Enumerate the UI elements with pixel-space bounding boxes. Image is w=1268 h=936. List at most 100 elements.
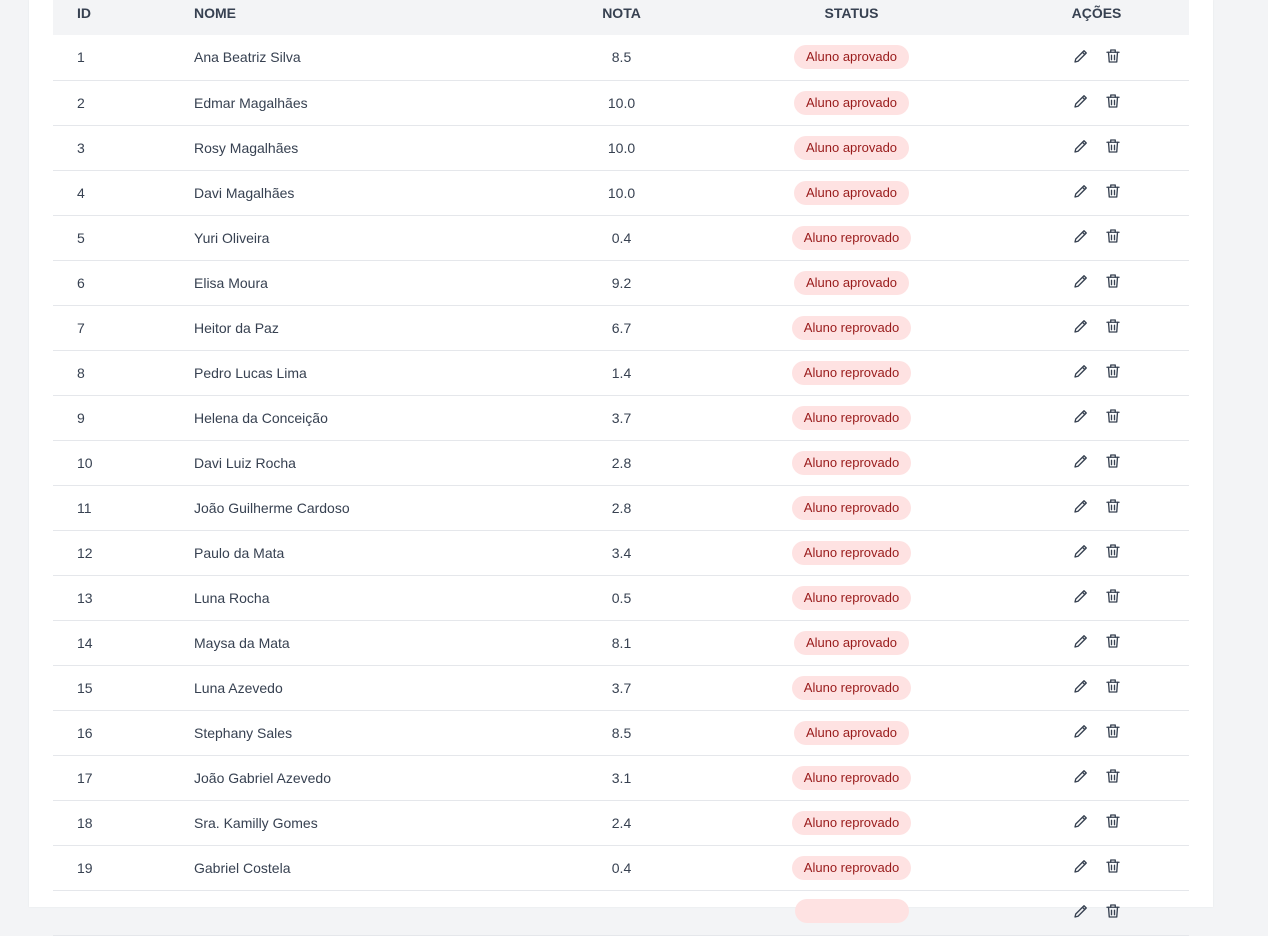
cell-nota: 3.1 — [544, 755, 699, 801]
pencil-icon[interactable] — [1072, 272, 1090, 290]
status-badge: Aluno reprovado — [791, 810, 912, 835]
cell-nota: 8.1 — [544, 620, 699, 666]
trash-icon[interactable] — [1104, 542, 1122, 560]
pencil-icon[interactable] — [1072, 857, 1090, 875]
cell-acoes — [1004, 215, 1189, 261]
cell-id: 2 — [53, 80, 194, 126]
trash-icon[interactable] — [1104, 857, 1122, 875]
row-actions — [1072, 407, 1122, 425]
pencil-icon[interactable] — [1072, 137, 1090, 155]
cell-status: Aluno reprovado — [699, 575, 1004, 621]
cell-status: Aluno reprovado — [699, 440, 1004, 486]
trash-icon[interactable] — [1104, 452, 1122, 470]
status-badge: Aluno reprovado — [791, 675, 912, 700]
cell-id: 7 — [53, 305, 194, 351]
trash-icon[interactable] — [1104, 182, 1122, 200]
trash-icon[interactable] — [1104, 317, 1122, 335]
table-row: 8 Pedro Lucas Lima 1.4 Aluno reprovado — [53, 350, 1189, 396]
pencil-icon[interactable] — [1072, 542, 1090, 560]
trash-icon[interactable] — [1104, 407, 1122, 425]
pencil-icon[interactable] — [1072, 227, 1090, 245]
trash-icon[interactable] — [1104, 632, 1122, 650]
status-badge: Aluno reprovado — [791, 225, 912, 250]
trash-icon[interactable] — [1104, 812, 1122, 830]
pencil-icon[interactable] — [1072, 452, 1090, 470]
status-badge: Aluno aprovado — [793, 90, 910, 115]
trash-icon[interactable] — [1104, 677, 1122, 695]
cell-id: 1 — [53, 35, 194, 81]
row-actions — [1072, 362, 1122, 380]
pencil-icon[interactable] — [1072, 722, 1090, 740]
status-badge: Aluno aprovado — [793, 135, 910, 160]
cell-nome: Maysa da Mata — [194, 620, 544, 666]
pencil-icon[interactable] — [1072, 407, 1090, 425]
cell-nota: 10.0 — [544, 80, 699, 126]
pencil-icon[interactable] — [1072, 182, 1090, 200]
pencil-icon[interactable] — [1072, 812, 1090, 830]
cell-acoes — [1004, 125, 1189, 171]
cell-acoes — [1004, 35, 1189, 81]
pencil-icon[interactable] — [1072, 317, 1090, 335]
cell-acoes — [1004, 485, 1189, 531]
pencil-icon[interactable] — [1072, 632, 1090, 650]
cell-nota: 8.5 — [544, 710, 699, 756]
pencil-icon[interactable] — [1072, 587, 1090, 605]
cell-nota: 8.5 — [544, 35, 699, 81]
row-actions — [1072, 272, 1122, 290]
trash-icon[interactable] — [1104, 47, 1122, 65]
cell-status: Aluno aprovado — [699, 125, 1004, 171]
column-header-status[interactable]: STATUS — [699, 0, 1004, 35]
cell-status: Aluno reprovado — [699, 395, 1004, 441]
cell-acoes — [1004, 755, 1189, 801]
cell-nome: Pedro Lucas Lima — [194, 350, 544, 396]
pencil-icon[interactable] — [1072, 47, 1090, 65]
cell-nome: Ana Beatriz Silva — [194, 35, 544, 81]
status-badge — [794, 899, 909, 923]
cell-acoes — [1004, 440, 1189, 486]
column-header-id[interactable]: ID — [53, 0, 194, 35]
pencil-icon[interactable] — [1072, 767, 1090, 785]
trash-icon[interactable] — [1104, 722, 1122, 740]
cell-nome: Luna Azevedo — [194, 665, 544, 711]
trash-icon[interactable] — [1104, 92, 1122, 110]
cell-nome: Yuri Oliveira — [194, 215, 544, 261]
cell-id: 4 — [53, 170, 194, 216]
column-header-nome[interactable]: NOME — [194, 0, 544, 35]
cell-acoes — [1004, 665, 1189, 711]
cell-id: 13 — [53, 575, 194, 621]
table-row: 3 Rosy Magalhães 10.0 Aluno aprovado — [53, 125, 1189, 171]
column-header-acoes: AÇÕES — [1071, 5, 1122, 21]
row-actions — [1072, 542, 1122, 560]
pencil-icon[interactable] — [1072, 677, 1090, 695]
cell-nome: João Gabriel Azevedo — [194, 755, 544, 801]
table-row: 11 João Guilherme Cardoso 2.8 Aluno reprova… — [53, 485, 1189, 531]
status-badge: Aluno reprovado — [791, 855, 912, 880]
cell-nome: Stephany Sales — [194, 710, 544, 756]
cell-nome: Luna Rocha — [194, 575, 544, 621]
pencil-icon[interactable] — [1072, 497, 1090, 515]
cell-status: Aluno reprovado — [699, 305, 1004, 351]
pencil-icon[interactable] — [1072, 902, 1090, 920]
cell-status: Aluno aprovado — [699, 170, 1004, 216]
pencil-icon[interactable] — [1072, 92, 1090, 110]
trash-icon[interactable] — [1104, 902, 1122, 920]
table-row: 14 Maysa da Mata 8.1 Aluno aprovado — [53, 620, 1189, 666]
row-actions — [1072, 767, 1122, 785]
column-header-nota[interactable]: NOTA — [544, 0, 699, 35]
trash-icon[interactable] — [1104, 362, 1122, 380]
trash-icon[interactable] — [1104, 137, 1122, 155]
trash-icon[interactable] — [1104, 767, 1122, 785]
status-badge: Aluno reprovado — [791, 405, 912, 430]
cell-nome: Elisa Moura — [194, 260, 544, 306]
trash-icon[interactable] — [1104, 587, 1122, 605]
cell-nota: 0.4 — [544, 845, 699, 891]
cell-acoes — [1004, 575, 1189, 621]
pencil-icon[interactable] — [1072, 362, 1090, 380]
status-badge: Aluno reprovado — [791, 360, 912, 385]
cell-nota: 1.4 — [544, 350, 699, 396]
students-card: ID NOME NOTA STATUS AÇÕES 1 Ana Beatriz S… — [29, 0, 1213, 936]
cell-acoes — [1004, 710, 1189, 756]
trash-icon[interactable] — [1104, 272, 1122, 290]
trash-icon[interactable] — [1104, 227, 1122, 245]
trash-icon[interactable] — [1104, 497, 1122, 515]
